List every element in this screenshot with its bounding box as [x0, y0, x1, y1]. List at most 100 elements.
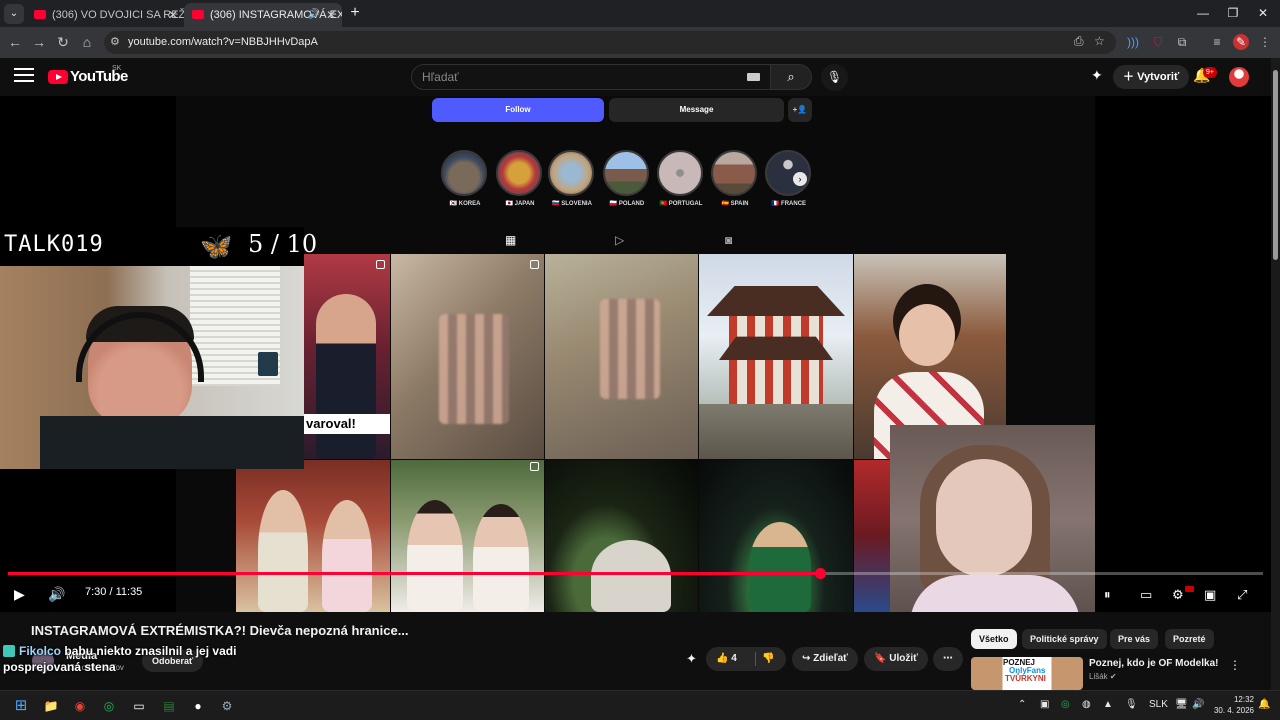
- tray-steam-icon[interactable]: ◍: [1082, 699, 1091, 710]
- scrollbar-thumb[interactable]: [1273, 70, 1278, 260]
- site-info-icon[interactable]: ⚙: [110, 35, 120, 48]
- youtube-logo[interactable]: YouTube SK: [48, 65, 128, 86]
- tray-expand-icon[interactable]: ⌃: [1018, 699, 1026, 710]
- video-title: INSTAGRAMOVÁ EXTRÉMISTKA?! Dievča nepozn…: [31, 623, 409, 638]
- bookmark-star-icon[interactable]: ☆: [1094, 34, 1105, 48]
- save-label: Uložiť: [889, 653, 918, 664]
- instagram-post-8: [545, 460, 698, 612]
- obs-icon[interactable]: ●: [189, 697, 207, 715]
- file-explorer-icon[interactable]: 📁: [42, 697, 60, 715]
- progress-bar[interactable]: [8, 568, 1263, 579]
- sheets-icon[interactable]: ▤: [160, 697, 178, 715]
- search-input[interactable]: [422, 65, 742, 89]
- chip-for-you[interactable]: Pre vás: [1110, 629, 1159, 649]
- notification-center-icon[interactable]: 🔔: [1258, 699, 1270, 710]
- tab-audio-icon[interactable]: 🔊: [308, 3, 320, 27]
- extension-audio-icon[interactable]: ))): [1125, 34, 1141, 50]
- input-language[interactable]: SLK: [1149, 699, 1168, 710]
- create-button[interactable]: ＋ Vytvoriť: [1113, 65, 1190, 89]
- more-actions-icon[interactable]: ⋯: [933, 647, 963, 671]
- save-button[interactable]: 🔖 Uložiť: [864, 647, 928, 671]
- theater-mode-icon[interactable]: ▣: [1204, 587, 1216, 603]
- back-arrow-icon[interactable]: ←: [6, 33, 24, 51]
- keyboard-icon[interactable]: [747, 73, 760, 81]
- speaker-icon[interactable]: 🔊: [1192, 699, 1204, 710]
- network-icon[interactable]: 🖥: [1175, 699, 1188, 710]
- taskbar: ⊞ 📁 ◉ ◎ ▭ ▤ ● ⚙ ⌃ ▣ ◎ ◍ ▲ 🎙 SLK 🖥 🔊 12:3…: [0, 690, 1280, 720]
- windows-start-icon[interactable]: ⊞: [12, 697, 30, 715]
- settings-gear-icon[interactable]: ⚙: [1172, 587, 1184, 603]
- search-button[interactable]: ⌕: [770, 64, 812, 90]
- voice-search-mic-icon[interactable]: 🎙: [821, 64, 848, 91]
- tray-spotify-icon[interactable]: ◎: [1061, 699, 1070, 710]
- recommendation-channel-name: Lišák: [1089, 672, 1108, 681]
- temple-roof-lower: [719, 336, 833, 360]
- thumbs-down-icon[interactable]: 👎: [762, 647, 774, 671]
- tray-mic-icon[interactable]: 🎙: [1125, 699, 1138, 710]
- screen: ⌄ (306) VO DVOJICI SA REŽE LEPŠ ✕ (306) …: [0, 0, 1280, 720]
- progress-scrubber-handle[interactable]: [814, 568, 826, 579]
- temple-ground: [699, 404, 853, 459]
- recommendation-title[interactable]: Poznej, kdo je OF Modelka!: [1089, 658, 1218, 669]
- tab-close-icon[interactable]: ✕: [326, 3, 336, 27]
- autoplay-toggle-icon[interactable]: ⏸: [1104, 587, 1111, 603]
- chrome-icon[interactable]: ◉: [71, 697, 89, 715]
- install-app-icon[interactable]: ⎙: [1074, 34, 1084, 49]
- instagram-add-user-icon: +👤: [788, 98, 812, 122]
- browser-tab-1[interactable]: (306) VO DVOJICI SA REŽE LEPŠ ✕: [26, 3, 184, 27]
- recommendation-menu-icon[interactable]: ⋮: [1229, 658, 1241, 672]
- recommendation-thumbnail[interactable]: POZNEJ OnlyFans TVŮRKYNI: [971, 657, 1083, 690]
- chip-all[interactable]: Všetko: [971, 629, 1017, 649]
- spotify-icon[interactable]: ◎: [100, 697, 118, 715]
- address-bar[interactable]: ⚙ youtube.com/watch?v=NBBJHHvDapA ⎙ ☆: [104, 31, 1116, 54]
- tab-search-chevron-icon[interactable]: ⌄: [4, 4, 24, 24]
- thumbs-up-icon: 👍: [716, 653, 729, 664]
- forward-arrow-icon[interactable]: →: [30, 33, 48, 51]
- country-code: SK: [112, 65, 122, 72]
- browser-tab-2-title: (306) INSTAGRAMOVÁ EXTR: [210, 9, 342, 21]
- highlight-cover: [657, 150, 703, 196]
- chip-political-news[interactable]: Politické správy: [1022, 629, 1107, 649]
- create-label: Vytvoriť: [1137, 71, 1180, 83]
- video-player[interactable]: Follow Message +👤 🇰🇷 KOREA 🇯🇵 JAPAN 🇸🇮 S…: [0, 96, 1271, 612]
- subtitles-icon[interactable]: ▭: [1140, 587, 1152, 603]
- highlight-label: 🇫🇷 FRANCE: [771, 201, 807, 207]
- fullscreen-icon[interactable]: ⤢: [1237, 587, 1247, 603]
- close-window-icon[interactable]: ✕: [1246, 0, 1280, 27]
- sparkle-ask-icon[interactable]: ✦: [686, 647, 706, 671]
- browser-menu-icon[interactable]: ⋮: [1257, 34, 1273, 50]
- share-button[interactable]: ↪ Zdieľať: [792, 647, 858, 671]
- new-tab-plus-icon[interactable]: +: [346, 4, 364, 22]
- play-icon[interactable]: ▶: [14, 586, 25, 603]
- chip-watched[interactable]: Pozreté: [1165, 629, 1214, 649]
- maximize-icon[interactable]: ❐: [1216, 0, 1250, 27]
- home-icon[interactable]: ⌂: [78, 33, 96, 51]
- tray-gpu-icon[interactable]: ▲: [1103, 699, 1113, 710]
- highlight-portugal: 🇵🇹 PORTUGAL: [657, 150, 705, 207]
- post-person: [473, 504, 529, 612]
- recommendation-channel[interactable]: Lišák ✔: [1089, 672, 1117, 681]
- settings-app-icon[interactable]: ⚙: [218, 697, 236, 715]
- terminal-icon[interactable]: ▭: [130, 697, 148, 715]
- minimize-icon[interactable]: —: [1186, 0, 1220, 27]
- address-url[interactable]: youtube.com/watch?v=NBBJHHvDapA: [128, 31, 318, 54]
- youtube-favicon-icon: [192, 10, 204, 19]
- search-box[interactable]: [411, 64, 771, 90]
- extension-shield-icon[interactable]: ⛉: [1150, 34, 1166, 50]
- tray-app-icon[interactable]: ▣: [1040, 699, 1049, 710]
- reload-icon[interactable]: ↻: [54, 33, 72, 51]
- account-avatar[interactable]: [1229, 67, 1249, 87]
- volume-icon[interactable]: 🔊: [48, 586, 65, 603]
- hamburger-menu-icon[interactable]: [14, 68, 34, 84]
- like-button[interactable]: 👍 4: [716, 647, 737, 671]
- media-controls-icon[interactable]: ≡: [1209, 34, 1225, 50]
- browser-tab-2[interactable]: (306) INSTAGRAMOVÁ EXTR 🔊 ✕: [184, 3, 342, 27]
- extensions-puzzle-icon[interactable]: ⧉: [1174, 34, 1190, 50]
- page-scrollbar[interactable]: [1271, 58, 1280, 690]
- rating-counter: 5 / 10: [248, 230, 318, 258]
- profile-avatar-icon[interactable]: ✎: [1233, 34, 1249, 50]
- cast-sparkle-icon[interactable]: ✦: [1091, 67, 1103, 84]
- clock[interactable]: 12:32 30. 4. 2026: [1212, 694, 1254, 716]
- tab-close-icon[interactable]: ✕: [168, 3, 178, 27]
- highlight-slovenia: 🇸🇮 SLOVENIA: [548, 150, 596, 207]
